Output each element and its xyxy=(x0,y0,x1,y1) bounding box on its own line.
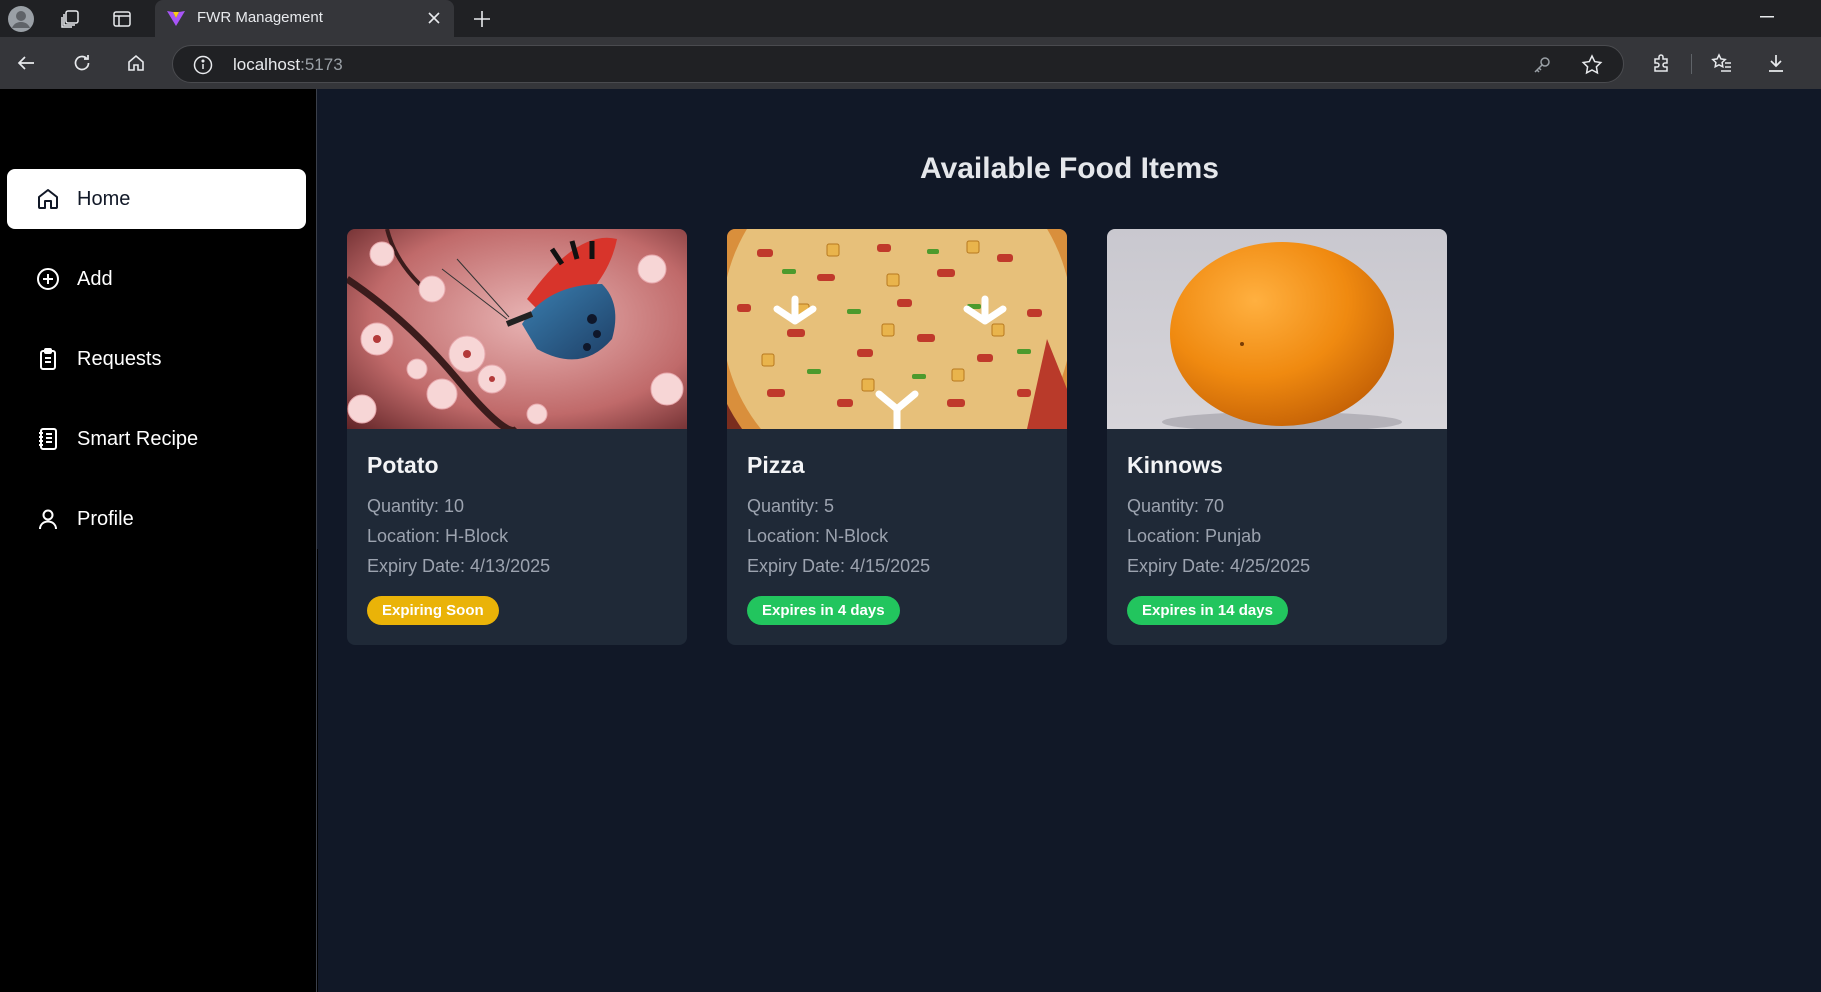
food-location: Location: H-Block xyxy=(367,526,509,546)
tab-actions-icon[interactable] xyxy=(107,4,137,34)
food-name: Potato xyxy=(367,452,439,478)
food-location: Location: Punjab xyxy=(1127,526,1262,546)
tab-close-icon[interactable] xyxy=(422,6,446,30)
workspaces-icon[interactable] xyxy=(55,4,85,34)
expiry-status-badge: Expires in 4 days xyxy=(747,596,900,625)
pizza-image xyxy=(727,229,1067,429)
url-text: localhost:5173 xyxy=(233,55,343,75)
sidebar-item-label: Smart Recipe xyxy=(77,428,199,450)
sidebar-item-smart-recipe[interactable]: Smart Recipe xyxy=(7,409,306,469)
new-tab-icon[interactable] xyxy=(466,3,498,35)
food-name: Pizza xyxy=(747,452,805,478)
sidebar-item-label: Home xyxy=(77,188,131,210)
download-icon[interactable] xyxy=(1760,47,1792,79)
food-expiry: Expiry Date: 4/25/2025 xyxy=(1127,556,1311,576)
expiry-status-badge: Expires in 14 days xyxy=(1127,596,1288,625)
browser-tab-active[interactable]: FWR Management xyxy=(155,0,454,37)
extensions-puzzle-icon[interactable] xyxy=(1646,47,1678,79)
food-quantity: Quantity: 10 xyxy=(367,496,465,516)
food-expiry: Expiry Date: 4/15/2025 xyxy=(747,556,931,576)
food-expiry: Expiry Date: 4/13/2025 xyxy=(367,556,551,576)
butterfly-on-blossom-image xyxy=(347,229,687,429)
plus-circle-icon xyxy=(37,268,59,290)
food-card[interactable]: Potato Quantity: 10 Location: H-Block Ex… xyxy=(347,229,687,645)
back-arrow-icon[interactable] xyxy=(10,47,42,79)
user-icon xyxy=(39,509,57,530)
site-info-icon[interactable] xyxy=(193,55,213,75)
sidebar-item-requests[interactable]: Requests xyxy=(7,329,306,389)
profile-avatar-icon[interactable] xyxy=(6,4,36,34)
tab-title: FWR Management xyxy=(197,9,323,26)
toolbar-divider xyxy=(1691,54,1692,74)
app-root: Home Add Requests Smart Recipe Profile A… xyxy=(0,89,1821,992)
sidebar-item-label: Requests xyxy=(77,348,162,370)
recipe-book-icon xyxy=(39,428,57,450)
password-key-icon[interactable] xyxy=(1531,54,1553,76)
sidebar-item-label: Add xyxy=(77,268,113,290)
window-minimize-icon[interactable] xyxy=(1752,4,1782,30)
food-quantity: Quantity: 70 xyxy=(1127,496,1225,516)
food-card[interactable]: Kinnows Quantity: 70 Location: Punjab Ex… xyxy=(1107,229,1447,645)
food-location: Location: N-Block xyxy=(747,526,889,546)
vite-logo-icon xyxy=(167,11,185,26)
address-bar[interactable]: localhost:5173 xyxy=(172,45,1624,83)
sidebar-item-add[interactable]: Add xyxy=(7,249,306,309)
food-name: Kinnows xyxy=(1127,452,1223,478)
sidebar-edge xyxy=(317,549,318,992)
home-icon xyxy=(38,189,58,209)
orange-image xyxy=(1107,229,1447,429)
sidebar-item-label: Profile xyxy=(77,508,134,530)
url-port: :5173 xyxy=(300,55,343,74)
url-host: localhost xyxy=(233,55,301,74)
browser-tab-strip: FWR Management xyxy=(0,0,1821,37)
sidebar-item-profile[interactable]: Profile xyxy=(7,489,306,549)
home-icon[interactable] xyxy=(120,47,152,79)
favorites-icon[interactable] xyxy=(1706,47,1738,79)
food-card[interactable]: Pizza Quantity: 5 Location: N-Block Expi… xyxy=(727,229,1067,645)
food-quantity: Quantity: 5 xyxy=(747,496,835,516)
sidebar: Home Add Requests Smart Recipe Profile xyxy=(0,89,317,992)
reload-icon[interactable] xyxy=(66,47,98,79)
expiry-status-badge: Expiring Soon xyxy=(367,596,499,625)
sidebar-item-home[interactable]: Home xyxy=(7,169,306,229)
clipboard-icon xyxy=(40,348,56,370)
page-title: Available Food Items xyxy=(920,152,1219,185)
browser-toolbar: localhost:5173 xyxy=(0,37,1821,89)
bookmark-star-icon[interactable] xyxy=(1580,53,1604,77)
